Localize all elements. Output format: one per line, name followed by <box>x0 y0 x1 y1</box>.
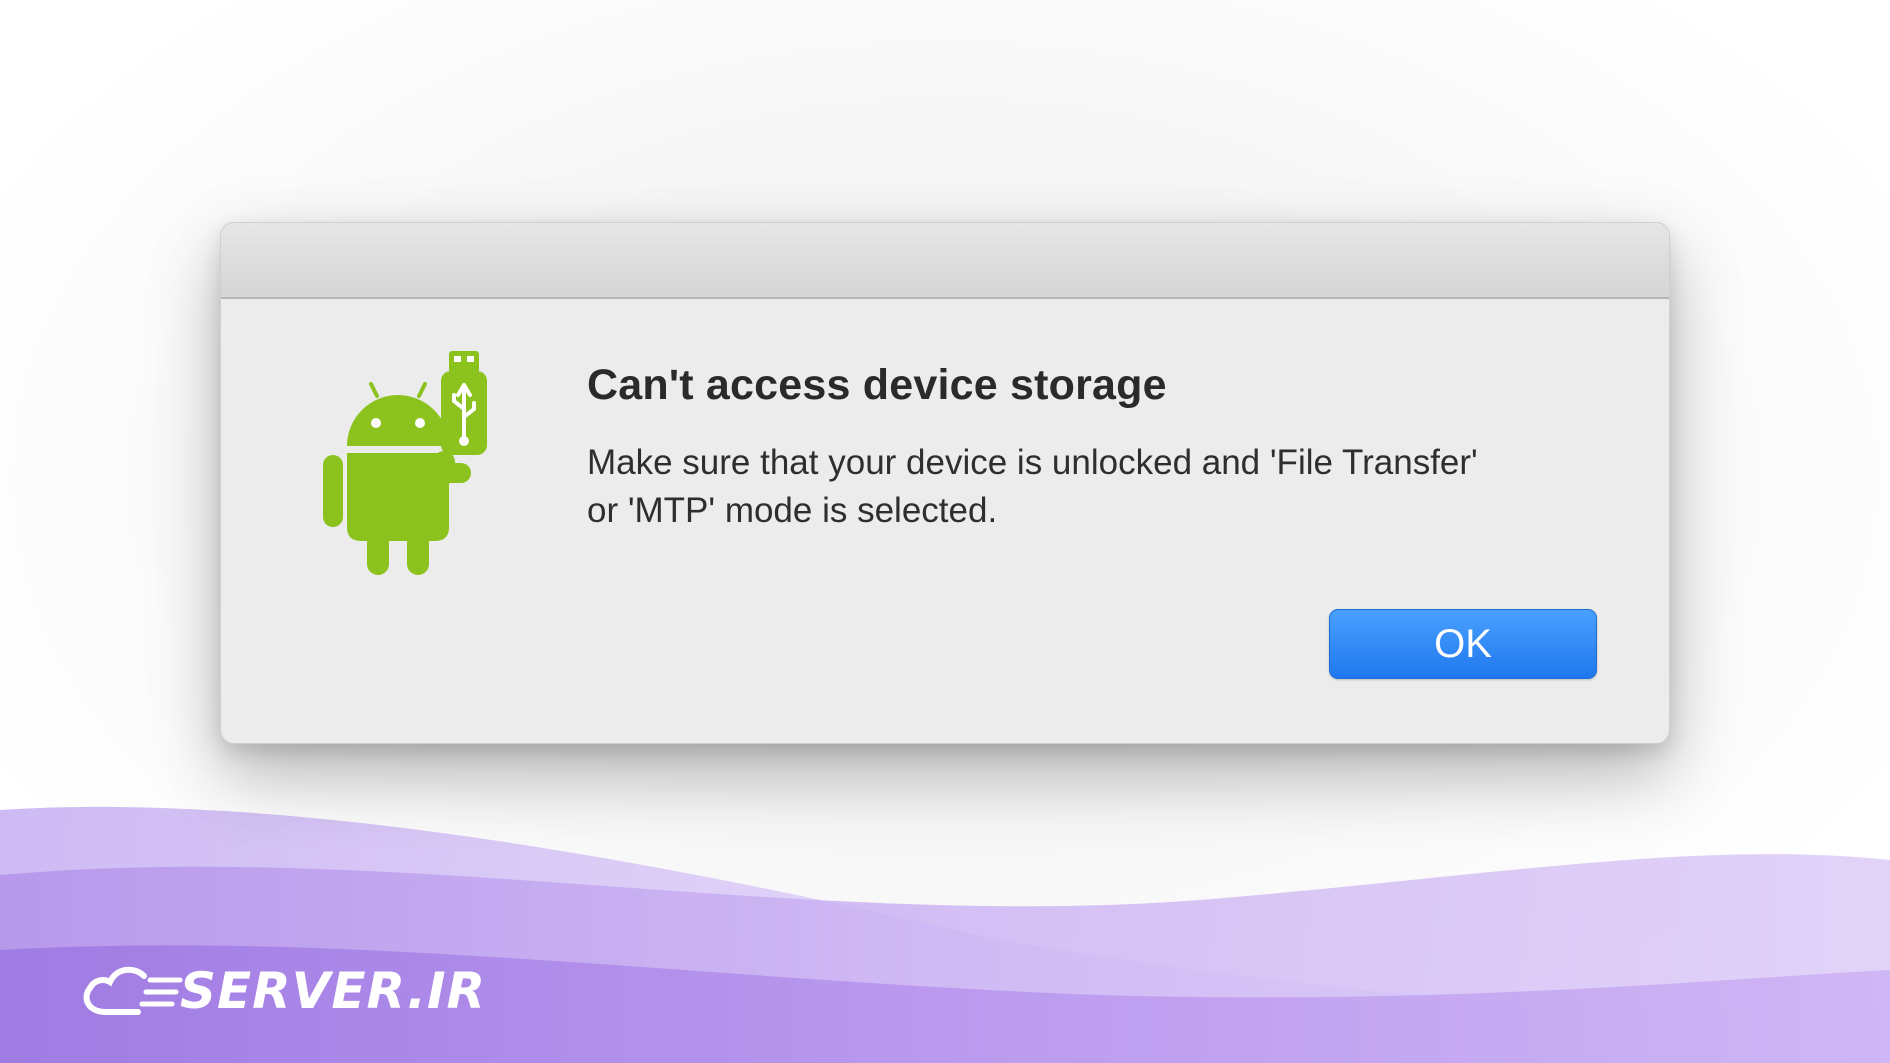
android-usb-icon <box>323 351 487 575</box>
dialog-title: Can't access device storage <box>587 361 1167 409</box>
brand-logo-text: SERVER.IR <box>180 962 487 1020</box>
brand-logo: SERVER.IR <box>76 960 485 1022</box>
alert-dialog: Can't access device storage Make sure th… <box>220 222 1670 744</box>
ok-button[interactable]: OK <box>1329 609 1597 679</box>
dialog-titlebar <box>221 223 1669 299</box>
cloud-server-icon <box>83 966 183 1015</box>
dialog-message: Make sure that your device is unlocked a… <box>587 443 1478 530</box>
